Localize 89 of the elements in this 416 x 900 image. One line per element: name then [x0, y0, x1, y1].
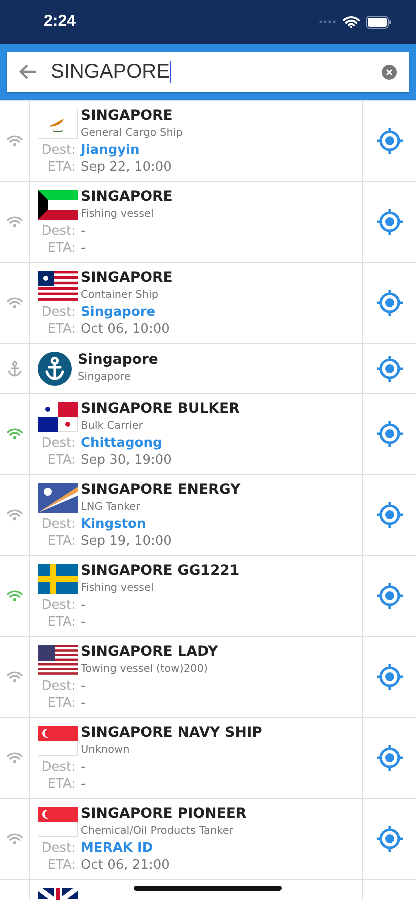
- locate-icon[interactable]: [376, 289, 404, 317]
- eta-label: ETA:: [46, 614, 76, 631]
- vessel-name: SINGAPORE PIONEER: [81, 805, 247, 823]
- flag-icon: [38, 645, 78, 675]
- dest-label: Dest:: [40, 597, 76, 614]
- vessel-name: SINGAPORE GG1221: [81, 562, 240, 580]
- dest-label: Dest:: [40, 516, 76, 533]
- vessel-name: SINGAPORE: [81, 188, 173, 206]
- eta-value: Oct 06, 21:00: [81, 857, 170, 874]
- vessel-type: Towing vessel (tow)200): [81, 662, 210, 677]
- vessel-name: SINGAPORE LADY: [81, 643, 218, 661]
- eta-value: Sep 30, 19:00: [81, 452, 172, 469]
- locate-icon[interactable]: [376, 663, 404, 691]
- eta-value: -: [81, 776, 86, 793]
- vessel-type: Fishing vessel: [81, 581, 155, 596]
- eta-label: ETA:: [46, 776, 76, 793]
- locate-icon[interactable]: [376, 825, 404, 853]
- vessel-type: Container Ship: [81, 288, 160, 303]
- vessel-type: Fishing vessel: [81, 207, 155, 222]
- result-row[interactable]: SINGAPORE BULKER Bulk Carrier Dest: Chittagong ETA: Sep 30, 19:00: [0, 394, 416, 475]
- signal-dots-icon: [319, 20, 337, 24]
- battery-icon: [366, 16, 392, 28]
- result-row[interactable]: SINGAPORE PIONEER Chemical/Oil Products Tanker Dest: MERAK ID ETA: Oct 06, 21:00: [0, 799, 416, 880]
- eta-value: Oct 06, 10:00: [81, 321, 170, 338]
- eta-label: ETA:: [46, 533, 76, 550]
- clock-time: 2:24: [44, 13, 76, 31]
- dest-label: Dest:: [40, 304, 76, 321]
- dest-label: Dest:: [40, 142, 76, 159]
- vessel-type: General Cargo Ship: [81, 126, 183, 141]
- back-arrow-icon[interactable]: [19, 64, 37, 80]
- vessel-name: SINGAPORE: [81, 269, 173, 287]
- dest-label: Dest:: [40, 435, 76, 452]
- eta-value: -: [81, 695, 86, 712]
- anchor-badge-icon: [38, 352, 72, 386]
- vessel-name: SINGAPORE: [81, 107, 174, 125]
- locate-icon[interactable]: [376, 744, 404, 772]
- locate-icon[interactable]: [376, 501, 404, 529]
- vessel-type: Singapore: [78, 370, 132, 385]
- flag-icon: [38, 726, 78, 756]
- vessel-type: Unknown: [81, 743, 131, 758]
- flag-icon: [38, 402, 78, 432]
- result-row[interactable]: SINGAPORE LADY Towing vessel (tow)200) Dest: - ETA: -: [0, 637, 416, 718]
- destination-value: -: [81, 759, 86, 776]
- locate-icon[interactable]: [376, 582, 404, 610]
- eta-label: ETA:: [46, 240, 76, 257]
- search-field[interactable]: SINGAPORE: [7, 52, 409, 92]
- vessel-name: SINGAPORE ENERGY: [81, 481, 241, 499]
- anchor-icon: [6, 360, 22, 376]
- destination-value: -: [81, 678, 86, 695]
- result-row[interactable]: SINGAPORE Container Ship Dest: Singapore ETA: Oct 06, 10:00: [0, 263, 416, 344]
- clear-icon[interactable]: [382, 64, 397, 80]
- locate-icon[interactable]: [376, 354, 404, 382]
- locate-icon[interactable]: [376, 420, 404, 448]
- dest-label: Dest:: [40, 223, 76, 240]
- vessel-type: Chemical/Oil Products Tanker: [81, 824, 235, 839]
- locate-icon[interactable]: [376, 208, 404, 236]
- wifi-icon: [343, 16, 360, 28]
- locate-icon[interactable]: [376, 127, 404, 155]
- result-row[interactable]: SINGAPORE NAVY SHIP Unknown Dest: - ETA: -: [0, 718, 416, 799]
- vessel-type: LNG Tanker: [81, 500, 142, 515]
- eta-label: ETA:: [46, 857, 76, 874]
- dest-label: Dest:: [40, 840, 76, 857]
- dest-label: Dest:: [40, 759, 76, 776]
- result-row[interactable]: SINGAPORE ENERGY LNG Tanker Dest: Kingston ETA: Sep 19, 10:00: [0, 475, 416, 556]
- vessel-name: SINGAPORE BULKER: [81, 400, 240, 418]
- eta-value: -: [81, 614, 86, 631]
- eta-value: Sep 19, 10:00: [81, 533, 172, 550]
- result-row[interactable]: Singapore Singapore: [0, 344, 416, 394]
- flag-icon: [38, 564, 78, 594]
- flag-icon: [38, 190, 78, 220]
- result-row[interactable]: SINGAPORE GG1221 Fishing vessel Dest: - ETA: -: [0, 556, 416, 637]
- vessel-type: Bulk Carrier: [81, 419, 144, 434]
- result-row[interactable]: SINGAPORE Fishing vessel Dest: - ETA: -: [0, 182, 416, 263]
- vessel-name: Singapore: [78, 351, 158, 369]
- destination-value: -: [81, 223, 86, 240]
- flag-icon: [38, 109, 78, 139]
- eta-label: ETA:: [46, 321, 76, 338]
- flag-icon: [38, 271, 78, 301]
- flag-icon: [38, 807, 78, 837]
- eta-label: ETA:: [46, 452, 76, 469]
- vessel-name: SINGAPORE NAVY SHIP: [81, 724, 262, 742]
- dest-label: Dest:: [40, 678, 76, 695]
- eta-label: ETA:: [46, 159, 76, 176]
- result-row[interactable]: SINGAPORE General Cargo Ship Dest: Jiangyin ETA: Sep 22, 10:00: [0, 101, 416, 182]
- destination-value: -: [81, 597, 86, 614]
- flag-icon: [38, 483, 78, 513]
- eta-label: ETA:: [46, 695, 76, 712]
- eta-value: -: [81, 240, 86, 257]
- eta-value: Sep 22, 10:00: [81, 159, 172, 176]
